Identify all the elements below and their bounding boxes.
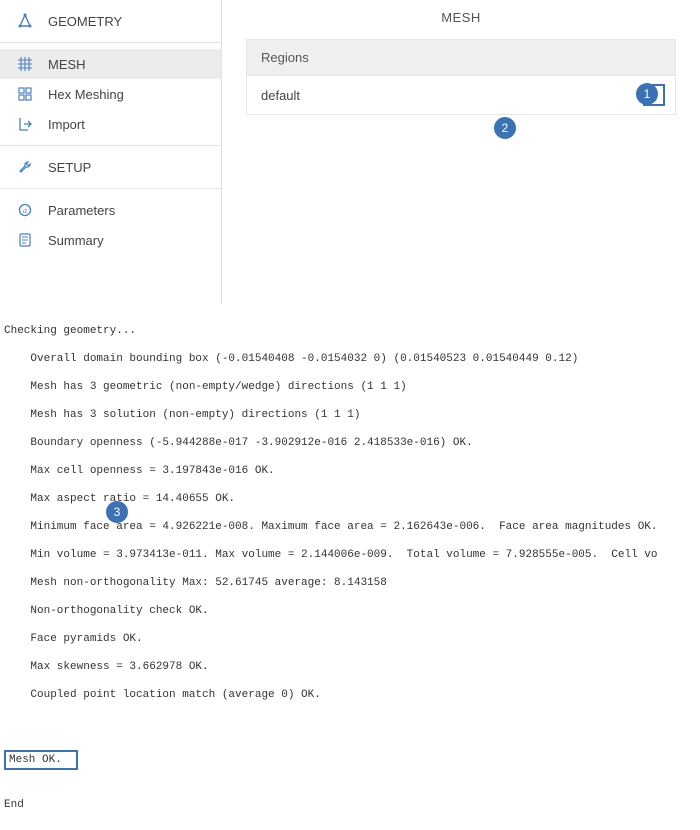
log-line: Min volume = 3.973413e-011. Max volume =…	[4, 548, 696, 562]
log-line: Boundary openness (-5.944288e-017 -3.902…	[4, 436, 696, 450]
log-line: Max skewness = 3.662978 OK.	[4, 660, 696, 674]
sidebar-item-geometry[interactable]: GEOMETRY	[0, 6, 221, 36]
log-line: Mesh has 3 solution (non-empty) directio…	[4, 408, 696, 422]
wrench-icon	[16, 158, 34, 176]
log-line: Coupled point location match (average 0)…	[4, 688, 696, 702]
regions-header: Regions	[247, 40, 675, 76]
sidebar-item-label: Hex Meshing	[48, 87, 124, 102]
mesh-icon	[16, 55, 34, 73]
region-name: default	[261, 88, 300, 103]
log-line: Face pyramids OK.	[4, 632, 696, 646]
import-icon	[16, 115, 34, 133]
log-line: Max cell openness = 3.197843e-016 OK.	[4, 464, 696, 478]
svg-text:a: a	[23, 206, 27, 215]
log-line: Mesh non-orthogonality Max: 52.61745 ave…	[4, 576, 696, 590]
sidebar-item-label: Import	[48, 117, 85, 132]
divider	[0, 145, 221, 146]
callout-3: 3	[106, 501, 128, 523]
sidebar-item-label: Summary	[48, 233, 104, 248]
sidebar-item-label: MESH	[48, 57, 86, 72]
parameters-icon: a	[16, 201, 34, 219]
sidebar-item-label: SETUP	[48, 160, 91, 175]
callout-1: 1	[636, 83, 658, 105]
callout-2: 2	[494, 117, 516, 139]
log-line: Checking geometry...	[4, 324, 696, 338]
sidebar-item-summary[interactable]: Summary	[0, 225, 221, 255]
divider	[0, 188, 221, 189]
log-output: Checking geometry... Overall domain boun…	[0, 304, 700, 830]
log-line: Non-orthogonality check OK.	[4, 604, 696, 618]
log-end: End	[4, 798, 696, 812]
sidebar-item-hex-meshing[interactable]: Hex Meshing	[0, 79, 221, 109]
geometry-icon	[16, 12, 34, 30]
sidebar-item-label: GEOMETRY	[48, 14, 122, 29]
log-line: Overall domain bounding box (-0.01540408…	[4, 352, 696, 366]
page-title: MESH	[222, 0, 700, 39]
main-panel: MESH Regions default Check Renu	[222, 0, 700, 304]
sidebar: GEOMETRY MESH Hex Meshing Import	[0, 0, 222, 304]
hex-icon	[16, 85, 34, 103]
summary-icon	[16, 231, 34, 249]
region-row[interactable]: default	[247, 76, 675, 114]
sidebar-item-parameters[interactable]: a Parameters	[0, 195, 221, 225]
regions-panel: Regions default	[246, 39, 676, 115]
log-line: Mesh has 3 geometric (non-empty/wedge) d…	[4, 380, 696, 394]
sidebar-item-import[interactable]: Import	[0, 109, 221, 139]
sidebar-item-label: Parameters	[48, 203, 115, 218]
mesh-ok-status: Mesh OK.	[4, 750, 78, 770]
sidebar-item-setup[interactable]: SETUP	[0, 152, 221, 182]
log-line: Minimum face area = 4.926221e-008. Maxim…	[4, 520, 696, 534]
divider	[0, 42, 221, 43]
sidebar-item-mesh[interactable]: MESH	[0, 49, 221, 79]
